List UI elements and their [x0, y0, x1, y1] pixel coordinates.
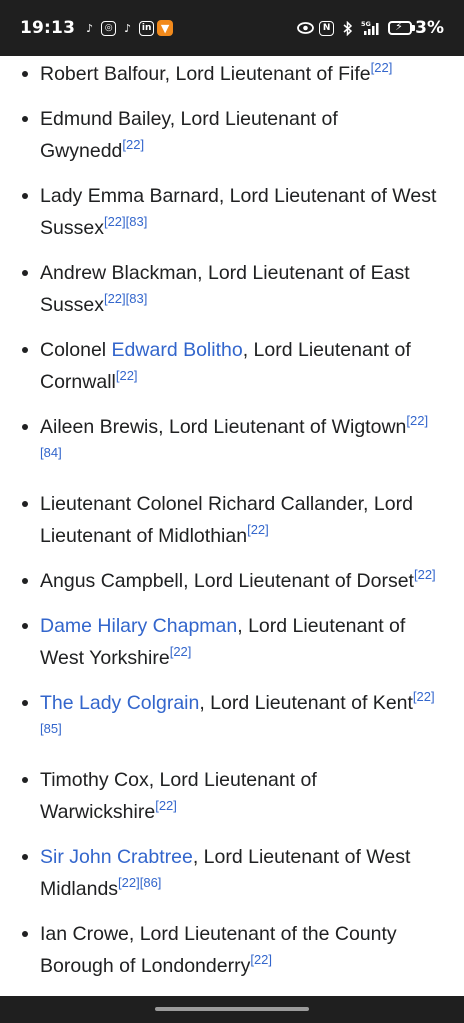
citation-link[interactable]: [22]	[170, 644, 192, 659]
bullet-icon	[22, 777, 28, 783]
status-time: 19:13	[20, 18, 76, 38]
citation-link[interactable]: [22]	[250, 952, 272, 967]
item-text: Lieutenant Colonel Richard Callander, Lo…	[40, 493, 413, 547]
bullet-icon	[22, 854, 28, 860]
person-link[interactable]: The Lady Colgrain	[40, 692, 199, 714]
citation-link[interactable]: [22]	[118, 875, 140, 890]
home-gesture-handle[interactable]	[155, 1007, 309, 1011]
citation-link[interactable]: [22]	[413, 689, 435, 704]
battery-percent: 3%	[415, 18, 444, 38]
item-text: Angus Campbell, Lord Lieutenant of Dorse…	[40, 570, 414, 592]
citation-link[interactable]: [22]	[104, 291, 126, 306]
eye-icon	[297, 20, 315, 37]
bluetooth-icon	[339, 20, 356, 37]
signal-5g-icon: 5G	[361, 20, 383, 37]
list-item: Andrew Blackman, Lord Lieutenant of East…	[0, 257, 464, 321]
list-item: Timothy Cox, Lord Lieutenant of Warwicks…	[0, 764, 464, 828]
battery-charging-icon: ⚡	[388, 20, 416, 35]
list-item: Ian Crowe, Lord Lieutenant of the County…	[0, 918, 464, 982]
status-bar: 19:13 ♪ ◎ ♪ in ▼ N 5G ⚡ 3%	[0, 0, 464, 56]
item-text: Timothy Cox, Lord Lieutenant of Warwicks…	[40, 769, 317, 823]
bullet-icon	[22, 71, 28, 77]
citation-link[interactable]: [22]	[414, 567, 436, 582]
person-link[interactable]: Edward Bolitho	[112, 339, 243, 361]
list-item: The Lady Colgrain, Lord Lieutenant of Ke…	[0, 687, 464, 751]
citation-link[interactable]: [22]	[104, 214, 126, 229]
citation-link[interactable]: [22]	[155, 798, 177, 813]
list-item: Edmund Bailey, Lord Lieutenant of Gwyned…	[0, 103, 464, 167]
bullet-icon	[22, 931, 28, 937]
linkedin-icon: in	[139, 20, 155, 36]
bullet-icon	[22, 347, 28, 353]
citation-link[interactable]: [22]	[122, 137, 144, 152]
instagram-icon: ◎	[101, 20, 117, 36]
citation-link[interactable]: [22]	[116, 368, 138, 383]
lord-lieutenants-list: Robert Balfour, Lord Lieutenant of Fife[…	[0, 58, 464, 982]
brave-icon: ▼	[157, 20, 174, 36]
bullet-icon	[22, 700, 28, 706]
citation-link[interactable]: [83]	[126, 291, 148, 306]
bullet-icon	[22, 193, 28, 199]
tiktok-icon: ♪	[124, 21, 132, 35]
item-text: Lady Emma Barnard, Lord Lieutenant of We…	[40, 185, 437, 239]
list-item: Lady Emma Barnard, Lord Lieutenant of We…	[0, 180, 464, 244]
citation-link[interactable]: [22]	[247, 522, 269, 537]
bullet-icon	[22, 116, 28, 122]
list-item: Angus Campbell, Lord Lieutenant of Dorse…	[0, 565, 464, 597]
item-text: Robert Balfour, Lord Lieutenant of Fife	[40, 63, 371, 85]
item-text: Ian Crowe, Lord Lieutenant of the County…	[40, 923, 397, 977]
citation-link[interactable]: [86]	[140, 875, 162, 890]
citation-link[interactable]: [85]	[40, 721, 62, 736]
nfc-icon: N	[319, 20, 335, 36]
notification-icons: ♪ ◎ ♪ in ▼	[81, 20, 174, 37]
bullet-icon	[22, 623, 28, 629]
list-item: Dame Hilary Chapman, Lord Lieutenant of …	[0, 610, 464, 674]
item-text: Colonel	[40, 339, 112, 361]
battery-indicator: ⚡ 3%	[388, 18, 444, 38]
system-icons: N 5G ⚡ 3%	[297, 18, 444, 38]
citation-link[interactable]: [22]	[371, 60, 393, 75]
bullet-icon	[22, 270, 28, 276]
item-text: Edmund Bailey, Lord Lieutenant of Gwyned…	[40, 108, 338, 162]
item-text: Andrew Blackman, Lord Lieutenant of East…	[40, 262, 410, 316]
person-link[interactable]: Dame Hilary Chapman	[40, 615, 237, 637]
list-item: Aileen Brewis, Lord Lieutenant of Wigtow…	[0, 411, 464, 475]
list-item: Colonel Edward Bolitho, Lord Lieutenant …	[0, 334, 464, 398]
list-item: Lieutenant Colonel Richard Callander, Lo…	[0, 488, 464, 552]
bullet-icon	[22, 501, 28, 507]
citation-link[interactable]: [84]	[40, 445, 62, 460]
tiktok-icon: ♪	[86, 21, 94, 35]
bullet-icon	[22, 424, 28, 430]
list-item: Robert Balfour, Lord Lieutenant of Fife[…	[0, 58, 464, 90]
article-content[interactable]: Robert Balfour, Lord Lieutenant of Fife[…	[0, 56, 464, 996]
list-item: Sir John Crabtree, Lord Lieutenant of We…	[0, 841, 464, 905]
network-label: 5G	[361, 20, 371, 28]
person-link[interactable]: Sir John Crabtree	[40, 846, 193, 868]
citation-link[interactable]: [83]	[126, 214, 148, 229]
navigation-bar	[0, 996, 464, 1023]
item-text: , Lord Lieutenant of Kent	[199, 692, 413, 714]
item-text: Aileen Brewis, Lord Lieutenant of Wigtow…	[40, 416, 407, 438]
citation-link[interactable]: [22]	[406, 413, 428, 428]
bullet-icon	[22, 578, 28, 584]
